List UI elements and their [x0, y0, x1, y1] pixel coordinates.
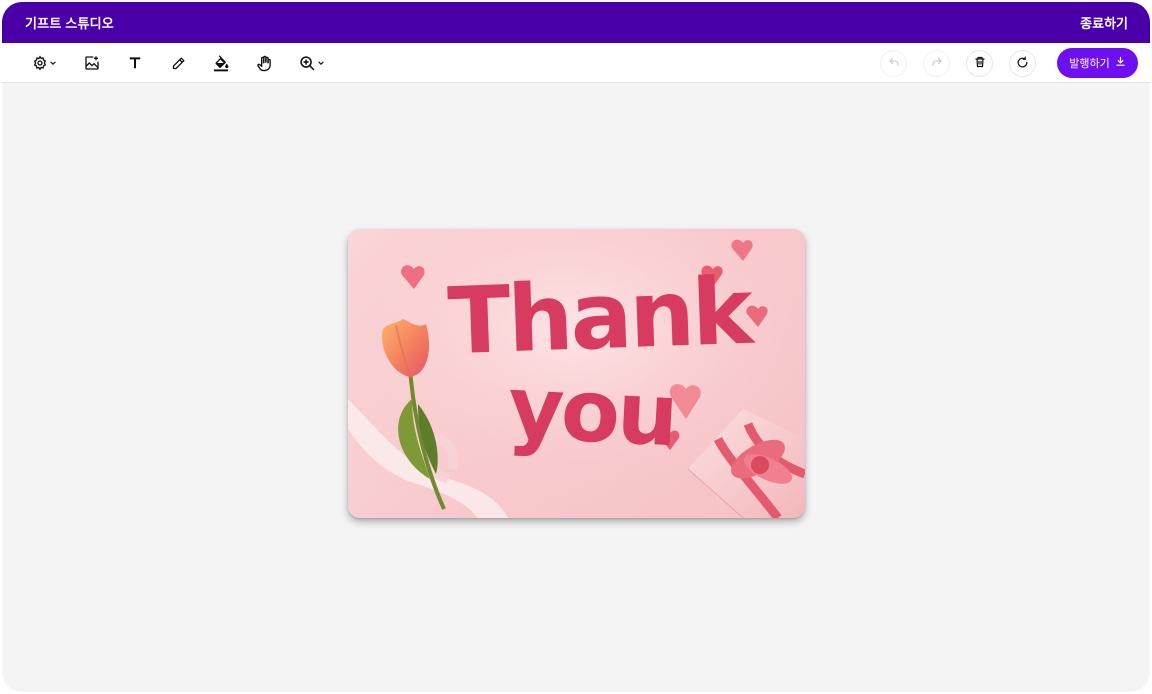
app-window: 기프트 스튜디오 종료하기 발행하기 Thank you	[2, 2, 1150, 692]
reset-button[interactable]	[1009, 50, 1036, 77]
publish-label: 발행하기	[1069, 58, 1110, 70]
gift-card-canvas[interactable]: Thank you	[348, 229, 805, 518]
card-text-line2[interactable]: you	[505, 358, 677, 467]
zoom-in-icon	[299, 55, 316, 72]
zoom-tool-button[interactable]	[296, 43, 328, 83]
chevron-down-icon	[49, 59, 57, 67]
app-title: 기프트 스튜디오	[25, 16, 114, 31]
chevron-down-icon	[317, 59, 325, 67]
text-icon	[128, 56, 142, 70]
title-bar: 기프트 스튜디오 종료하기	[2, 2, 1150, 43]
canvas-area[interactable]: Thank you	[2, 83, 1150, 692]
text-tool-button[interactable]	[123, 43, 147, 83]
settings-tool-button[interactable]	[28, 43, 60, 83]
image-add-icon	[84, 55, 100, 71]
toolbar: 발행하기	[2, 43, 1150, 83]
refresh-icon	[1016, 55, 1029, 72]
redo-icon	[931, 56, 943, 71]
pan-tool-button[interactable]	[252, 43, 276, 83]
fill-tool-button[interactable]	[209, 43, 233, 83]
gear-icon	[32, 55, 48, 71]
card-text-line1[interactable]: Thank	[446, 258, 752, 375]
image-tool-button[interactable]	[80, 43, 104, 83]
download-icon	[1115, 56, 1126, 70]
publish-button[interactable]: 발행하기	[1057, 48, 1138, 78]
paint-bucket-icon	[213, 54, 229, 72]
pencil-tool-button[interactable]	[166, 43, 190, 83]
pencil-icon	[171, 56, 186, 71]
undo-icon	[888, 56, 900, 71]
undo-button[interactable]	[880, 50, 907, 77]
delete-button[interactable]	[966, 50, 993, 77]
trash-icon	[974, 56, 986, 71]
exit-button[interactable]: 종료하기	[1080, 13, 1128, 32]
hand-icon	[256, 55, 273, 72]
redo-button[interactable]	[923, 50, 950, 77]
